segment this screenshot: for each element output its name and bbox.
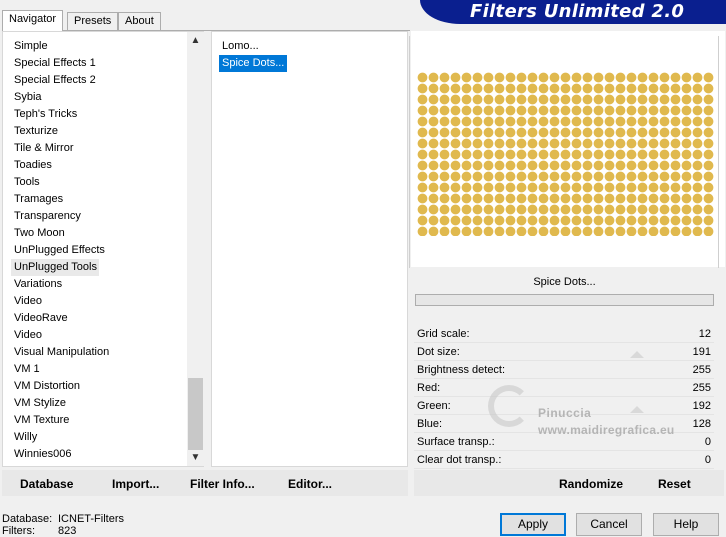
status-filters: Filters: 823 (2, 525, 76, 537)
param-label: Brightness detect: (417, 364, 506, 376)
category-item[interactable]: Teph's Tricks (11, 106, 187, 123)
editor-button[interactable]: Editor... (288, 477, 332, 491)
param-value: 255 (692, 364, 711, 376)
category-list[interactable]: Simple Special Effects 1 Special Effects 2… (2, 31, 204, 467)
watermark-name: Pinuccia (538, 406, 592, 420)
category-item[interactable]: Willy (11, 429, 187, 446)
filter-info-button[interactable]: Filter Info... (190, 477, 255, 491)
category-item[interactable]: Winnies006 (11, 446, 187, 463)
category-item[interactable]: Visual Manipulation (11, 344, 187, 361)
category-item[interactable]: Video (11, 327, 187, 344)
category-item[interactable]: Toadies (11, 157, 187, 174)
category-item[interactable]: Simple (11, 38, 187, 55)
category-item[interactable]: VM Stylize (11, 395, 187, 412)
database-button[interactable]: Database (20, 477, 73, 491)
category-item[interactable]: UnPlugged Tools (11, 259, 99, 276)
param-label: Green: (417, 400, 451, 412)
category-items: Simple Special Effects 1 Special Effects 2… (11, 38, 187, 463)
banner-title: Filters Unlimited 2.0 (470, 1, 685, 22)
category-item[interactable]: Transparency (11, 208, 187, 225)
category-item[interactable]: Special Effects 1 (11, 55, 187, 72)
category-item[interactable]: Tile & Mirror (11, 140, 187, 157)
param-value: 0 (704, 454, 711, 466)
filter-item-lomo[interactable]: Lomo... (219, 38, 262, 55)
category-item[interactable]: Video (11, 293, 187, 310)
category-item[interactable]: VM Texture (11, 412, 187, 429)
param-row-dot-size[interactable]: Dot size: 191 (414, 343, 714, 361)
filter-list[interactable]: Lomo... Spice Dots... (211, 31, 408, 467)
param-value: 191 (692, 346, 711, 358)
param-value: 12 (698, 328, 711, 340)
status-database-label: Database: (2, 513, 53, 525)
preview-filter-name: Spice Dots... (415, 270, 714, 294)
param-row-red[interactable]: Red: 255 (414, 379, 714, 397)
category-item[interactable]: Tramages (11, 191, 187, 208)
param-label: Dot size: (417, 346, 460, 358)
status-database-value: ICNET-Filters (58, 513, 124, 525)
filter-item-spice-dots[interactable]: Spice Dots... (219, 55, 288, 72)
cancel-button[interactable]: Cancel (576, 513, 642, 536)
apply-button[interactable]: Apply (500, 513, 566, 536)
status-filters-label: Filters: (2, 525, 35, 537)
category-item[interactable]: Variations (11, 276, 187, 293)
help-button[interactable]: Help (653, 513, 719, 536)
category-item[interactable]: VM Distortion (11, 378, 187, 395)
category-item[interactable]: Tools (11, 174, 187, 191)
param-label: Red: (417, 382, 441, 394)
param-row-grid-scale[interactable]: Grid scale: 12 (414, 325, 714, 343)
status-database: Database: ICNET-Filters (2, 513, 124, 525)
param-row-brightness-detect[interactable]: Brightness detect: 255 (414, 361, 714, 379)
param-value: 192 (692, 400, 711, 412)
param-label: Clear dot transp.: (417, 454, 502, 466)
preview-image (417, 72, 714, 236)
param-label: Surface transp.: (417, 436, 495, 448)
parameter-list: Grid scale: 12 Dot size: 191 Brightness de… (414, 325, 714, 469)
category-item[interactable]: Sybia (11, 89, 187, 106)
scroll-up-icon[interactable]: ▲ (187, 32, 204, 49)
randomize-button[interactable]: Randomize (559, 477, 623, 491)
scroll-down-icon[interactable]: ▼ (187, 449, 204, 466)
param-value: 128 (692, 418, 711, 430)
watermark-url: www.maidiregrafica.eu (538, 423, 675, 437)
preview-divider (409, 36, 410, 268)
progress-bar (415, 294, 714, 306)
reset-button[interactable]: Reset (658, 477, 691, 491)
category-item[interactable]: Special Effects 2 (11, 72, 187, 89)
category-item[interactable]: Texturize (11, 123, 187, 140)
status-filters-value: 823 (58, 525, 77, 537)
category-scrollbar[interactable]: ▲ ▼ (187, 32, 204, 466)
param-label: Grid scale: (417, 328, 470, 340)
tab-navigator[interactable]: Navigator (2, 10, 64, 31)
param-row-clear-dot-transp[interactable]: Clear dot transp.: 0 (414, 451, 714, 469)
tab-presets[interactable]: Presets (67, 12, 119, 30)
scrollbar-thumb[interactable] (188, 378, 203, 450)
import-button[interactable]: Import... (112, 477, 159, 491)
category-item[interactable]: VM 1 (11, 361, 187, 378)
watermark-logo-icon (488, 385, 530, 427)
category-item[interactable]: UnPlugged Effects (11, 242, 187, 259)
category-item[interactable]: VideoRave (11, 310, 187, 327)
preview-divider (718, 36, 719, 268)
param-value: 0 (704, 436, 711, 448)
param-value: 255 (692, 382, 711, 394)
param-label: Blue: (417, 418, 443, 430)
category-item[interactable]: Two Moon (11, 225, 187, 242)
tab-about[interactable]: About (118, 12, 161, 30)
